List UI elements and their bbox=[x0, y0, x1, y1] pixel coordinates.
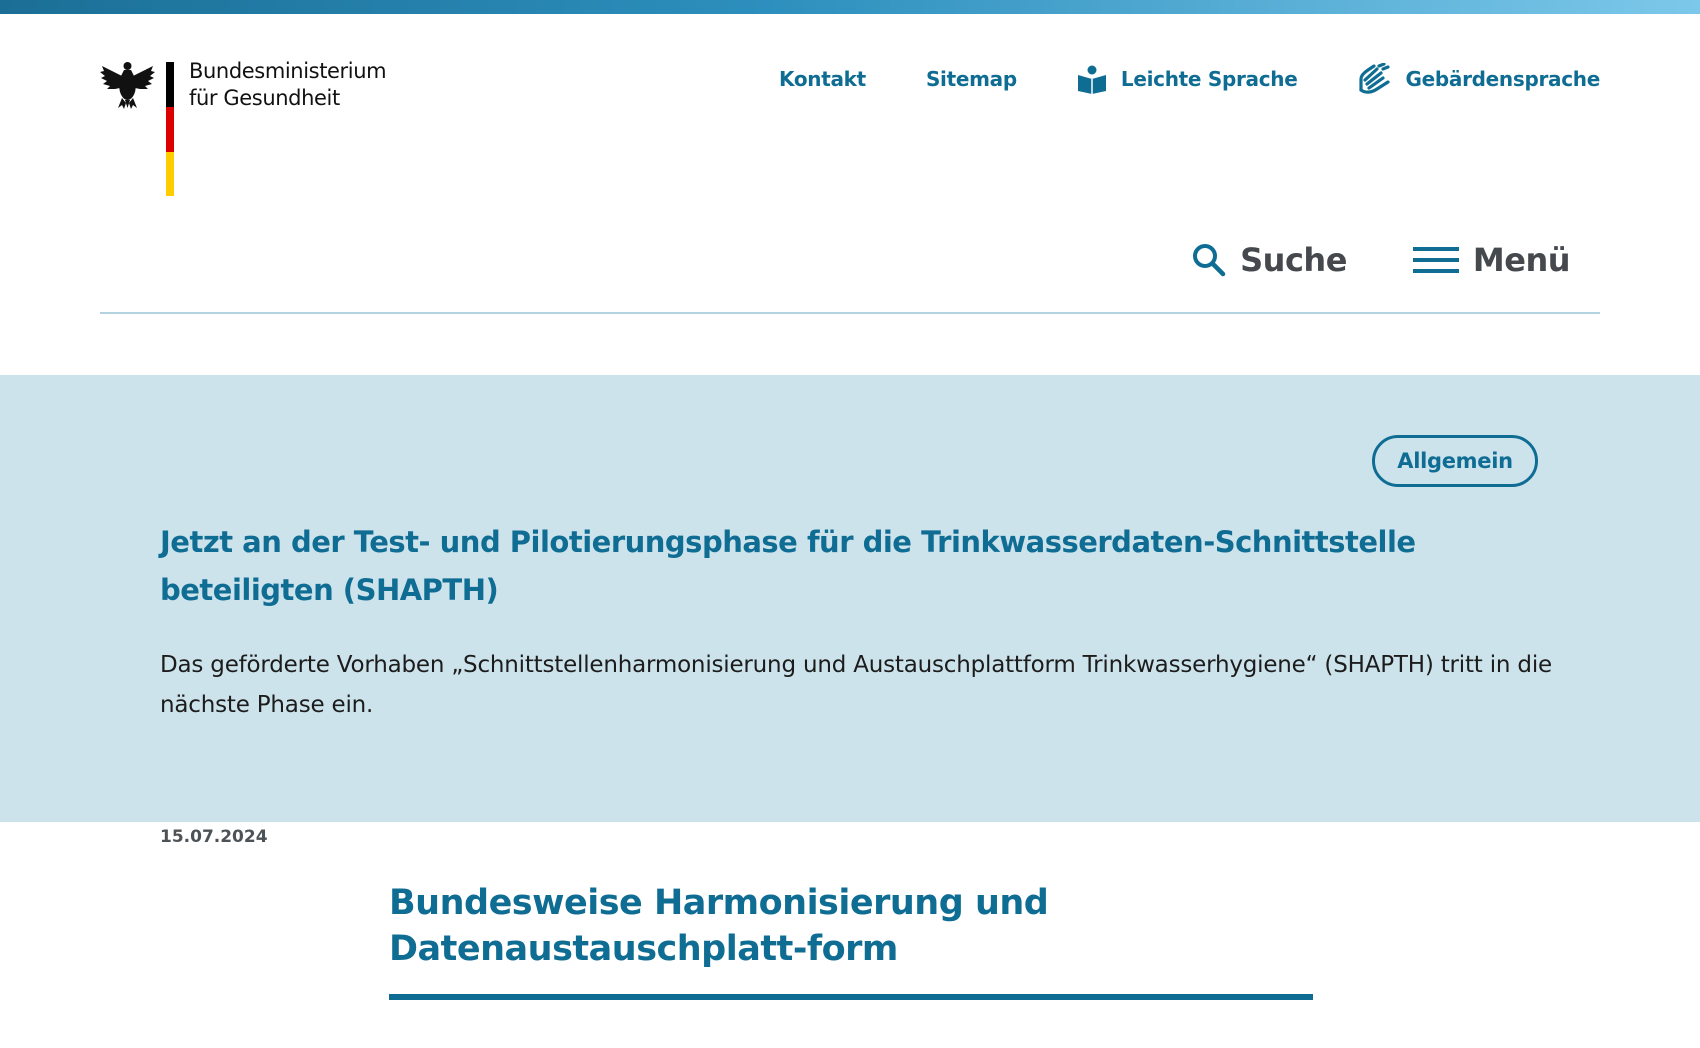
kontakt-link[interactable]: Kontakt bbox=[779, 67, 866, 91]
german-flag-stripe bbox=[166, 62, 174, 196]
ministry-logo[interactable]: Bundesministerium für Gesundheit bbox=[100, 58, 400, 198]
service-navigation: Kontakt Sitemap Leichte Sprache Gebärden… bbox=[719, 62, 1600, 96]
search-button-label: Suche bbox=[1240, 241, 1347, 279]
ministry-name: Bundesministerium für Gesundheit bbox=[189, 58, 387, 112]
teaser-date: 15.07.2024 bbox=[160, 827, 268, 847]
hamburger-menu-icon bbox=[1412, 247, 1459, 273]
sitemap-link[interactable]: Sitemap bbox=[926, 67, 1017, 91]
teaser-title-link[interactable]: Jetzt an der Test- und Pilotierungsphase… bbox=[160, 518, 1460, 614]
leichte-sprache-link-label: Leichte Sprache bbox=[1120, 67, 1298, 91]
gebaerdensprache-link[interactable]: Gebärdensprache bbox=[1357, 63, 1600, 95]
ministry-name-line2: für Gesundheit bbox=[189, 86, 340, 110]
header-divider bbox=[100, 312, 1600, 314]
gebaerdensprache-link-label: Gebärdensprache bbox=[1405, 67, 1600, 91]
section-heading: Bundesweise Harmonisierung und Datenaust… bbox=[389, 883, 1049, 969]
easy-language-icon bbox=[1077, 65, 1106, 94]
search-icon bbox=[1193, 244, 1226, 277]
sign-language-icon bbox=[1359, 63, 1391, 94]
menu-button[interactable]: Menü bbox=[1412, 241, 1571, 279]
leichte-sprache-link[interactable]: Leichte Sprache bbox=[1077, 64, 1298, 94]
sitemap-link-label: Sitemap bbox=[925, 67, 1017, 91]
menu-button-label: Menü bbox=[1472, 241, 1571, 279]
search-button[interactable]: Suche bbox=[1192, 241, 1347, 279]
top-accent-bar bbox=[0, 0, 1700, 14]
section-heading-underline bbox=[389, 994, 1313, 1000]
main-navigation: Suche Menü bbox=[1126, 235, 1571, 285]
teaser-text: Das geförderte Vorhaben „Schnittstellenh… bbox=[160, 652, 1552, 718]
ministry-name-line1: Bundesministerium bbox=[189, 59, 387, 83]
category-tag-button[interactable]: Allgemein bbox=[1372, 435, 1538, 487]
federal-eagle-icon bbox=[100, 62, 155, 109]
kontakt-link-label: Kontakt bbox=[779, 67, 866, 91]
